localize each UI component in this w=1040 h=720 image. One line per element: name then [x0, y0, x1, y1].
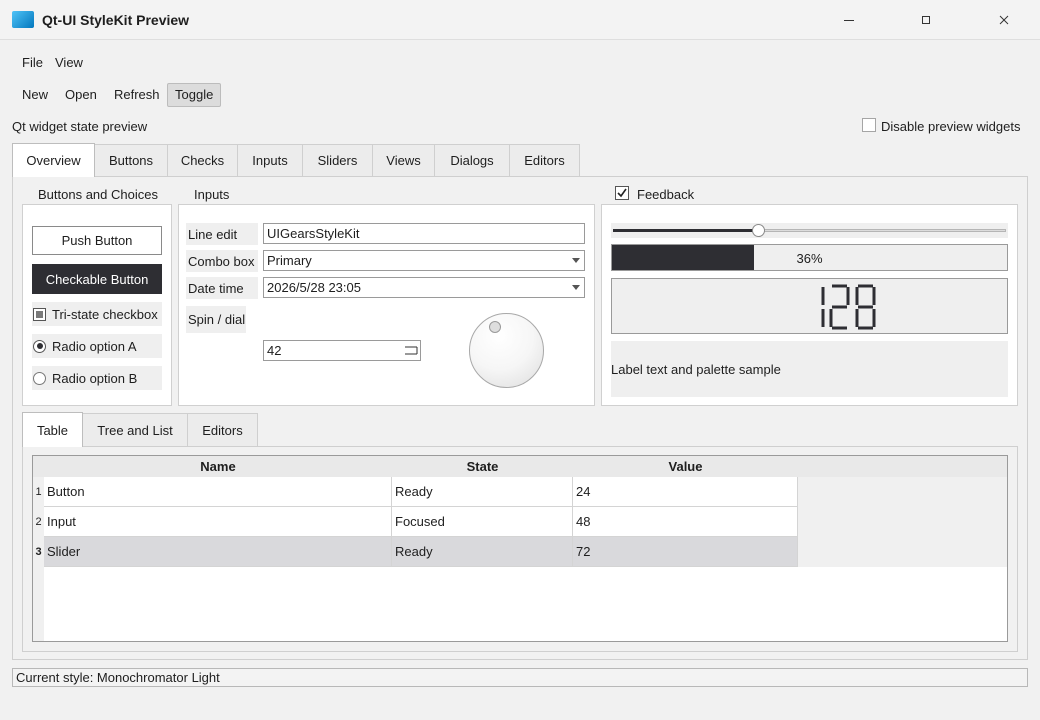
disable-preview-checkbox[interactable] — [862, 118, 876, 132]
table-cell-name[interactable]: Button — [44, 477, 392, 507]
column-header-name[interactable]: Name — [44, 456, 392, 477]
table-cell-value[interactable]: 24 — [573, 477, 798, 507]
date-time-label: Date time — [186, 277, 258, 299]
preview-label: Qt widget state preview — [12, 119, 148, 134]
radio-b[interactable] — [33, 371, 46, 385]
maximize-button[interactable] — [918, 12, 934, 28]
check-icon — [617, 188, 627, 198]
palette-label-text: Label text and palette sample — [611, 361, 781, 377]
table-cell-value[interactable]: 48 — [573, 507, 798, 537]
radio-a-row[interactable]: Radio option A — [32, 334, 162, 358]
radio-b-row[interactable]: Radio option B — [32, 366, 162, 390]
minimize-button[interactable] — [841, 12, 857, 28]
column-header-filler — [798, 456, 1007, 477]
table-corner — [33, 456, 44, 477]
radio-a[interactable] — [33, 339, 46, 353]
table-cell-state[interactable]: Ready — [392, 477, 573, 507]
combo-box[interactable]: Primary — [263, 250, 585, 271]
tab-inputs[interactable]: Inputs — [237, 144, 303, 176]
tab-views[interactable]: Views — [372, 144, 435, 176]
spin-dial-label: Spin / dial — [186, 306, 246, 333]
row-header[interactable]: 1 — [33, 477, 44, 507]
column-header-value[interactable]: Value — [573, 456, 798, 477]
subtab-tree-and-list[interactable]: Tree and List — [82, 413, 188, 446]
slider-fill — [613, 229, 758, 232]
column-header-state[interactable]: State — [392, 456, 573, 477]
feedback-group-title: Feedback — [637, 187, 695, 202]
row-header[interactable]: 3 — [33, 537, 44, 567]
toolbar-refresh-button[interactable]: Refresh — [110, 86, 164, 106]
dial[interactable] — [469, 313, 544, 388]
table-cell-name[interactable]: Slider — [44, 537, 392, 567]
tristate-checkbox-row[interactable]: Tri-state checkbox — [32, 302, 162, 326]
lcd-digits: 128 — [821, 284, 876, 330]
dial-handle-icon — [489, 321, 501, 333]
spin-box-value: 42 — [267, 343, 282, 358]
progress-bar: 36% — [611, 244, 1008, 271]
menu-file[interactable]: File — [22, 55, 43, 70]
radio-dot-icon — [36, 343, 43, 349]
toolbar-new-button[interactable]: New — [18, 86, 52, 106]
chevron-down-icon — [572, 285, 580, 290]
feedback-checkbox[interactable] — [615, 186, 629, 200]
minimize-icon — [844, 20, 854, 21]
table-empty-area — [44, 567, 1007, 641]
table-cell-state[interactable]: Ready — [392, 537, 573, 567]
subtab-editors[interactable]: Editors — [187, 413, 258, 446]
tristate-label: Tri-state checkbox — [52, 306, 158, 322]
menu-view[interactable]: View — [55, 55, 83, 70]
slider-handle[interactable] — [752, 224, 765, 237]
radio-a-label: Radio option A — [52, 338, 137, 354]
line-edit-label: Line edit — [186, 223, 258, 245]
tab-overview[interactable]: Overview — [12, 143, 95, 177]
buttons-group-title: Buttons and Choices — [38, 187, 158, 202]
line-edit-input[interactable]: UIGearsStyleKit — [263, 223, 585, 244]
disable-preview-label: Disable preview widgets — [881, 119, 1021, 134]
status-bar: Current style: Monochromator Light — [12, 668, 1028, 687]
tristate-checkbox[interactable] — [33, 307, 46, 321]
date-time-value: 2026/5/28 23:05 — [267, 280, 361, 295]
combo-box-value: Primary — [267, 253, 312, 268]
combo-box-label: Combo box — [186, 250, 258, 272]
palette-label: Label text and palette sample — [611, 341, 1008, 397]
subtab-table[interactable]: Table — [22, 412, 83, 447]
chevron-down-icon — [572, 258, 580, 263]
partial-check-icon — [36, 310, 43, 318]
spin-arrows-icon[interactable] — [404, 343, 418, 358]
push-button[interactable]: Push Button — [32, 226, 162, 255]
tab-sliders[interactable]: Sliders — [302, 144, 373, 176]
spin-box[interactable]: 42 — [263, 340, 421, 361]
tab-editors[interactable]: Editors — [509, 144, 580, 176]
inputs-group-title: Inputs — [194, 187, 230, 202]
close-icon — [999, 15, 1009, 25]
window-title: Qt-UI StyleKit Preview — [42, 12, 190, 28]
table-cell-state[interactable]: Focused — [392, 507, 573, 537]
toolbar-toggle-button[interactable]: Toggle — [167, 83, 222, 107]
tab-checks[interactable]: Checks — [167, 144, 238, 176]
lcd-number: 128 — [611, 278, 1008, 334]
radio-b-label: Radio option B — [52, 370, 138, 386]
maximize-icon — [922, 16, 930, 24]
horizontal-slider[interactable] — [611, 223, 1008, 238]
checkable-button[interactable]: Checkable Button — [32, 264, 162, 294]
close-button[interactable] — [996, 12, 1012, 28]
tab-buttons[interactable]: Buttons — [94, 144, 168, 176]
date-time-edit[interactable]: 2026/5/28 23:05 — [263, 277, 585, 298]
status-text: Current style: Monochromator Light — [16, 670, 220, 685]
row-header[interactable]: 2 — [33, 507, 44, 537]
progress-text: 36% — [796, 251, 823, 266]
toolbar-open-button[interactable]: Open — [61, 86, 101, 106]
tab-dialogs[interactable]: Dialogs — [434, 144, 510, 176]
app-icon — [12, 11, 34, 28]
table-cell-value[interactable]: 72 — [573, 537, 798, 567]
table-cell-name[interactable]: Input — [44, 507, 392, 537]
